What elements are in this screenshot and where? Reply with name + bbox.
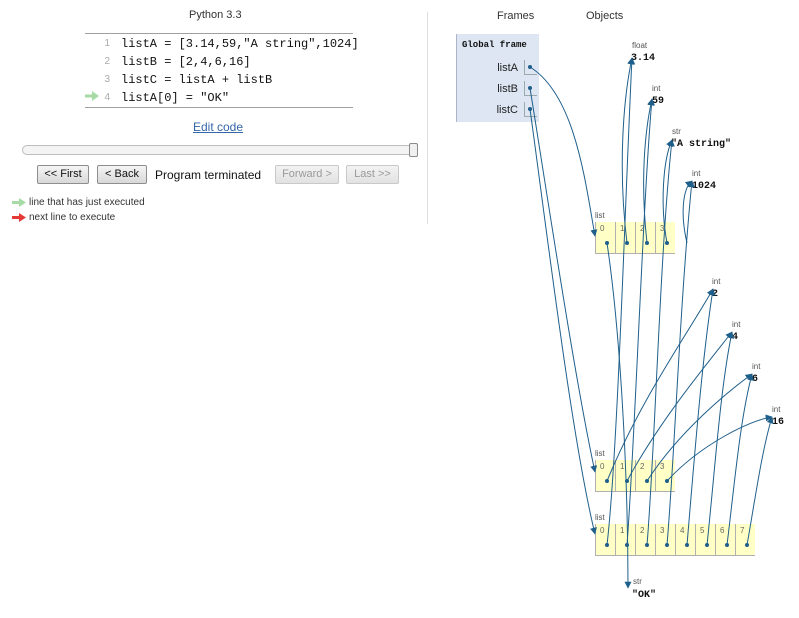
arrow-listC — [529, 108, 597, 535]
arrow-listB — [529, 87, 598, 473]
pointer-arrows — [528, 57, 774, 589]
arrow-listC-6 — [726, 373, 754, 546]
arrow-listC-2 — [646, 139, 675, 546]
pointer-dots — [528, 65, 749, 547]
arrow-listC-4 — [686, 288, 716, 546]
arrow-listC-3 — [666, 180, 695, 546]
arrow-listB-3 — [666, 414, 773, 482]
arrow-listA-0 — [606, 242, 632, 589]
arrow-listC-7 — [746, 416, 774, 546]
arrow-listC-1 — [626, 98, 655, 546]
